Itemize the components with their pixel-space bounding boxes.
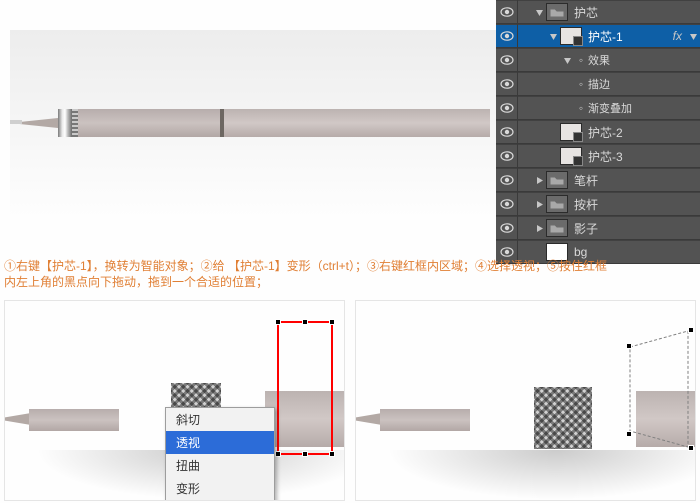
- disclosure-triangle[interactable]: [532, 8, 546, 17]
- layer-name[interactable]: 渐变叠加: [588, 100, 700, 116]
- layer-row-bigan[interactable]: 笔杆: [496, 168, 700, 192]
- layer-row-hx3[interactable]: 护芯-3: [496, 144, 700, 168]
- mini-tip: [29, 409, 119, 431]
- layer-name[interactable]: 描边: [588, 76, 700, 92]
- visibility-toggle[interactable]: [496, 72, 518, 96]
- instruction-line-1: ①右键【护芯-1】，换转为智能对象；②给 【护芯-1】变形（ctrl+t）；③右…: [4, 259, 607, 273]
- mini-tip: [380, 409, 470, 431]
- visibility-toggle[interactable]: [496, 144, 518, 168]
- visibility-toggle[interactable]: [496, 216, 518, 240]
- pen-body-front: [78, 109, 220, 137]
- visibility-toggle[interactable]: [496, 48, 518, 72]
- layer-name[interactable]: 护芯-1: [588, 28, 673, 45]
- instruction-line-2: 内左上角的黑点向下拖动，拖到一个合适的位置；: [4, 275, 268, 289]
- perspective-box[interactable]: [624, 329, 694, 449]
- effect-bullet-icon: ◦: [574, 101, 588, 115]
- visibility-toggle[interactable]: [496, 192, 518, 216]
- layer-thumbnail[interactable]: [546, 171, 568, 189]
- handle-tl[interactable]: [275, 319, 281, 325]
- selection-red-box[interactable]: [277, 321, 333, 455]
- transform-context-menu[interactable]: 斜切透视扭曲变形: [165, 407, 275, 501]
- layer-thumbnail[interactable]: [560, 27, 582, 45]
- perspective-outline: [624, 329, 694, 449]
- canvas-stage: [10, 30, 498, 220]
- mini-knurl: [534, 387, 592, 449]
- layers-panel[interactable]: 护芯护芯-1fx◦效果◦描边◦渐变叠加护芯-2护芯-3笔杆按杆影子bg: [496, 0, 700, 264]
- disclosure-triangle[interactable]: [532, 200, 546, 209]
- layer-row-grad[interactable]: ◦渐变叠加: [496, 96, 700, 120]
- pen-collar-chrome: [58, 109, 72, 137]
- pen-illustration: [10, 106, 490, 140]
- menu-item-0[interactable]: 斜切: [166, 408, 274, 431]
- layer-name[interactable]: 效果: [588, 52, 700, 68]
- menu-item-2[interactable]: 扭曲: [166, 454, 274, 477]
- menu-item-1[interactable]: 透视: [166, 431, 274, 454]
- layer-row-hx1[interactable]: 护芯-1fx: [496, 24, 700, 48]
- handle-tl[interactable]: [626, 343, 632, 349]
- disclosure-triangle[interactable]: [546, 32, 560, 41]
- handle-bl[interactable]: [275, 451, 281, 457]
- layer-name[interactable]: 笔杆: [574, 172, 700, 189]
- layer-thumbnail[interactable]: [546, 3, 568, 21]
- shadow: [386, 450, 695, 500]
- effect-bullet-icon: ◦: [574, 77, 588, 91]
- menu-item-3[interactable]: 变形: [166, 477, 274, 500]
- preview-left[interactable]: 斜切透视扭曲变形: [4, 300, 345, 501]
- layer-row-root[interactable]: 护芯: [496, 0, 700, 24]
- layer-row-yingzi[interactable]: 影子: [496, 216, 700, 240]
- mini-cone: [4, 413, 31, 425]
- visibility-toggle[interactable]: [496, 0, 518, 24]
- pen-lead: [10, 120, 22, 124]
- handle-tr[interactable]: [329, 319, 335, 325]
- fx-disclosure[interactable]: [686, 32, 700, 41]
- visibility-toggle[interactable]: [496, 24, 518, 48]
- visibility-toggle[interactable]: [496, 120, 518, 144]
- handle-tr[interactable]: [688, 327, 694, 333]
- layer-name[interactable]: bg: [574, 245, 700, 259]
- layer-row-hx2[interactable]: 护芯-2: [496, 120, 700, 144]
- handle-tm[interactable]: [302, 319, 308, 325]
- disclosure-triangle[interactable]: [560, 56, 574, 65]
- visibility-toggle[interactable]: [496, 168, 518, 192]
- disclosure-triangle[interactable]: [532, 176, 546, 185]
- handle-bl[interactable]: [626, 431, 632, 437]
- handle-br[interactable]: [329, 451, 335, 457]
- layer-row-eff[interactable]: ◦效果: [496, 48, 700, 72]
- handle-br[interactable]: [688, 445, 694, 451]
- main-canvas[interactable]: [0, 0, 498, 250]
- layer-name[interactable]: 影子: [574, 220, 700, 237]
- layer-row-stroke[interactable]: ◦描边: [496, 72, 700, 96]
- disclosure-triangle[interactable]: [532, 224, 546, 233]
- mini-cone: [355, 413, 382, 425]
- layer-thumbnail[interactable]: [560, 123, 582, 141]
- layer-name[interactable]: 按杆: [574, 196, 700, 213]
- layer-name[interactable]: 护芯-3: [588, 148, 700, 165]
- pen-body-rear: [224, 109, 490, 137]
- tutorial-instructions: ①右键【护芯-1】，换转为智能对象；②给 【护芯-1】变形（ctrl+t）；③右…: [4, 258, 696, 290]
- layer-thumbnail[interactable]: [546, 195, 568, 213]
- effect-bullet-icon: ◦: [574, 53, 588, 67]
- layer-name[interactable]: 护芯-2: [588, 124, 700, 141]
- handle-bm[interactable]: [302, 451, 308, 457]
- layer-thumbnail[interactable]: [546, 219, 568, 237]
- fx-badge[interactable]: fx: [673, 29, 682, 43]
- layer-name[interactable]: 护芯: [574, 4, 700, 21]
- bottom-preview-row: 斜切透视扭曲变形: [0, 296, 700, 501]
- preview-right[interactable]: [355, 300, 696, 501]
- layer-thumbnail[interactable]: [560, 147, 582, 165]
- layer-row-yagan[interactable]: 按杆: [496, 192, 700, 216]
- visibility-toggle[interactable]: [496, 96, 518, 120]
